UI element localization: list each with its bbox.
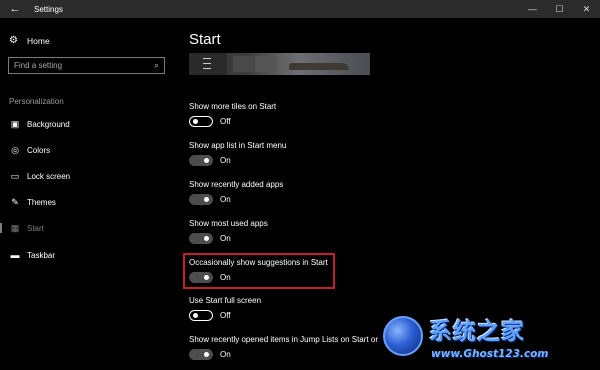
- sidebar-item-colors[interactable]: ◎ Colors: [0, 140, 180, 160]
- sidebar-item-taskbar[interactable]: ▬ Taskbar: [0, 245, 180, 265]
- themes-icon: ✎: [11, 196, 19, 207]
- setting-show-more-tiles: Show more tiles on Start Off: [189, 102, 489, 136]
- section-header: Personalization: [9, 97, 64, 106]
- window-title: Settings: [34, 4, 63, 14]
- sidebar-item-label: Start: [27, 223, 44, 233]
- toggle-state: Off: [220, 311, 231, 320]
- close-button[interactable]: ✕: [573, 0, 600, 18]
- show-more-tiles-toggle[interactable]: [189, 116, 213, 127]
- sidebar-item-lock-screen[interactable]: ▭ Lock screen: [0, 166, 180, 186]
- start-icon: ▦: [10, 222, 20, 233]
- sidebar-item-label: Lock screen: [27, 171, 71, 181]
- setting-most-used-apps: Show most used apps On: [189, 219, 489, 253]
- toggle-state: On: [220, 350, 231, 359]
- globe-icon: [383, 316, 423, 356]
- setting-occasional-suggestions: Occasionally show suggestions in Start O…: [189, 258, 489, 292]
- watermark-url: www.Ghost123.com: [431, 348, 549, 360]
- sidebar: ⚙ Home ⌕ Personalization ▣ Background ◎ …: [0, 18, 180, 370]
- home-nav-item[interactable]: ⚙ Home: [9, 35, 50, 46]
- toggle-state: On: [220, 273, 231, 282]
- preview-tile: [255, 56, 277, 72]
- sidebar-item-label: Taskbar: [27, 250, 56, 260]
- active-indicator: [0, 223, 2, 233]
- setting-label: Occasionally show suggestions in Start: [189, 258, 328, 267]
- home-label: Home: [27, 35, 50, 46]
- preview-menu-pane: [189, 53, 227, 75]
- show-app-list-toggle[interactable]: [189, 155, 213, 166]
- setting-label: Show more tiles on Start: [189, 102, 277, 111]
- preview-landscape: [289, 63, 349, 70]
- toggle-state: On: [220, 156, 231, 165]
- back-button[interactable]: ←: [0, 0, 30, 18]
- background-icon: ▣: [10, 118, 20, 129]
- setting-label: Show recently added apps: [189, 180, 284, 189]
- toggle-state: On: [220, 195, 231, 204]
- toggle-state: On: [220, 234, 231, 243]
- start-preview-image: [189, 53, 370, 75]
- sidebar-item-themes[interactable]: ✎ Themes: [0, 192, 180, 212]
- full-screen-toggle[interactable]: [189, 310, 213, 321]
- title-bar: ← Settings — ☐ ✕: [0, 0, 600, 18]
- maximize-button[interactable]: ☐: [546, 0, 573, 18]
- colors-icon: ◎: [11, 144, 19, 155]
- sidebar-item-label: Themes: [27, 197, 56, 207]
- sidebar-item-label: Background: [27, 119, 70, 129]
- search-icon[interactable]: ⌕: [154, 60, 159, 71]
- most-used-apps-toggle[interactable]: [189, 233, 213, 244]
- gear-icon: ⚙: [9, 35, 18, 46]
- jump-lists-toggle[interactable]: [189, 349, 213, 360]
- lock-screen-icon: ▭: [10, 170, 20, 181]
- setting-label: Show most used apps: [189, 219, 268, 228]
- watermark-text: 系统之家: [429, 318, 525, 345]
- search-input[interactable]: [9, 60, 146, 71]
- sidebar-item-start[interactable]: ▦ Start: [0, 218, 180, 238]
- setting-label: Use Start full screen: [189, 296, 262, 305]
- setting-label: Show recently opened items in Jump Lists…: [189, 335, 378, 344]
- sidebar-item-label: Colors: [27, 145, 51, 155]
- search-box[interactable]: ⌕: [8, 57, 165, 74]
- watermark-logo: 系统之家 www.Ghost123.com: [383, 312, 598, 368]
- window-controls: — ☐ ✕: [519, 0, 600, 18]
- minimize-button[interactable]: —: [519, 0, 546, 18]
- sidebar-item-background[interactable]: ▣ Background: [0, 114, 180, 134]
- toggle-state: Off: [220, 117, 231, 126]
- preview-tile: [233, 56, 253, 72]
- taskbar-icon: ▬: [10, 250, 20, 260]
- recently-added-apps-toggle[interactable]: [189, 194, 213, 205]
- setting-recently-added-apps: Show recently added apps On: [189, 180, 489, 214]
- setting-show-app-list: Show app list in Start menu On: [189, 141, 489, 175]
- page-title: Start: [189, 31, 221, 48]
- setting-label: Show app list in Start menu: [189, 141, 287, 150]
- suggestions-toggle[interactable]: [189, 272, 213, 283]
